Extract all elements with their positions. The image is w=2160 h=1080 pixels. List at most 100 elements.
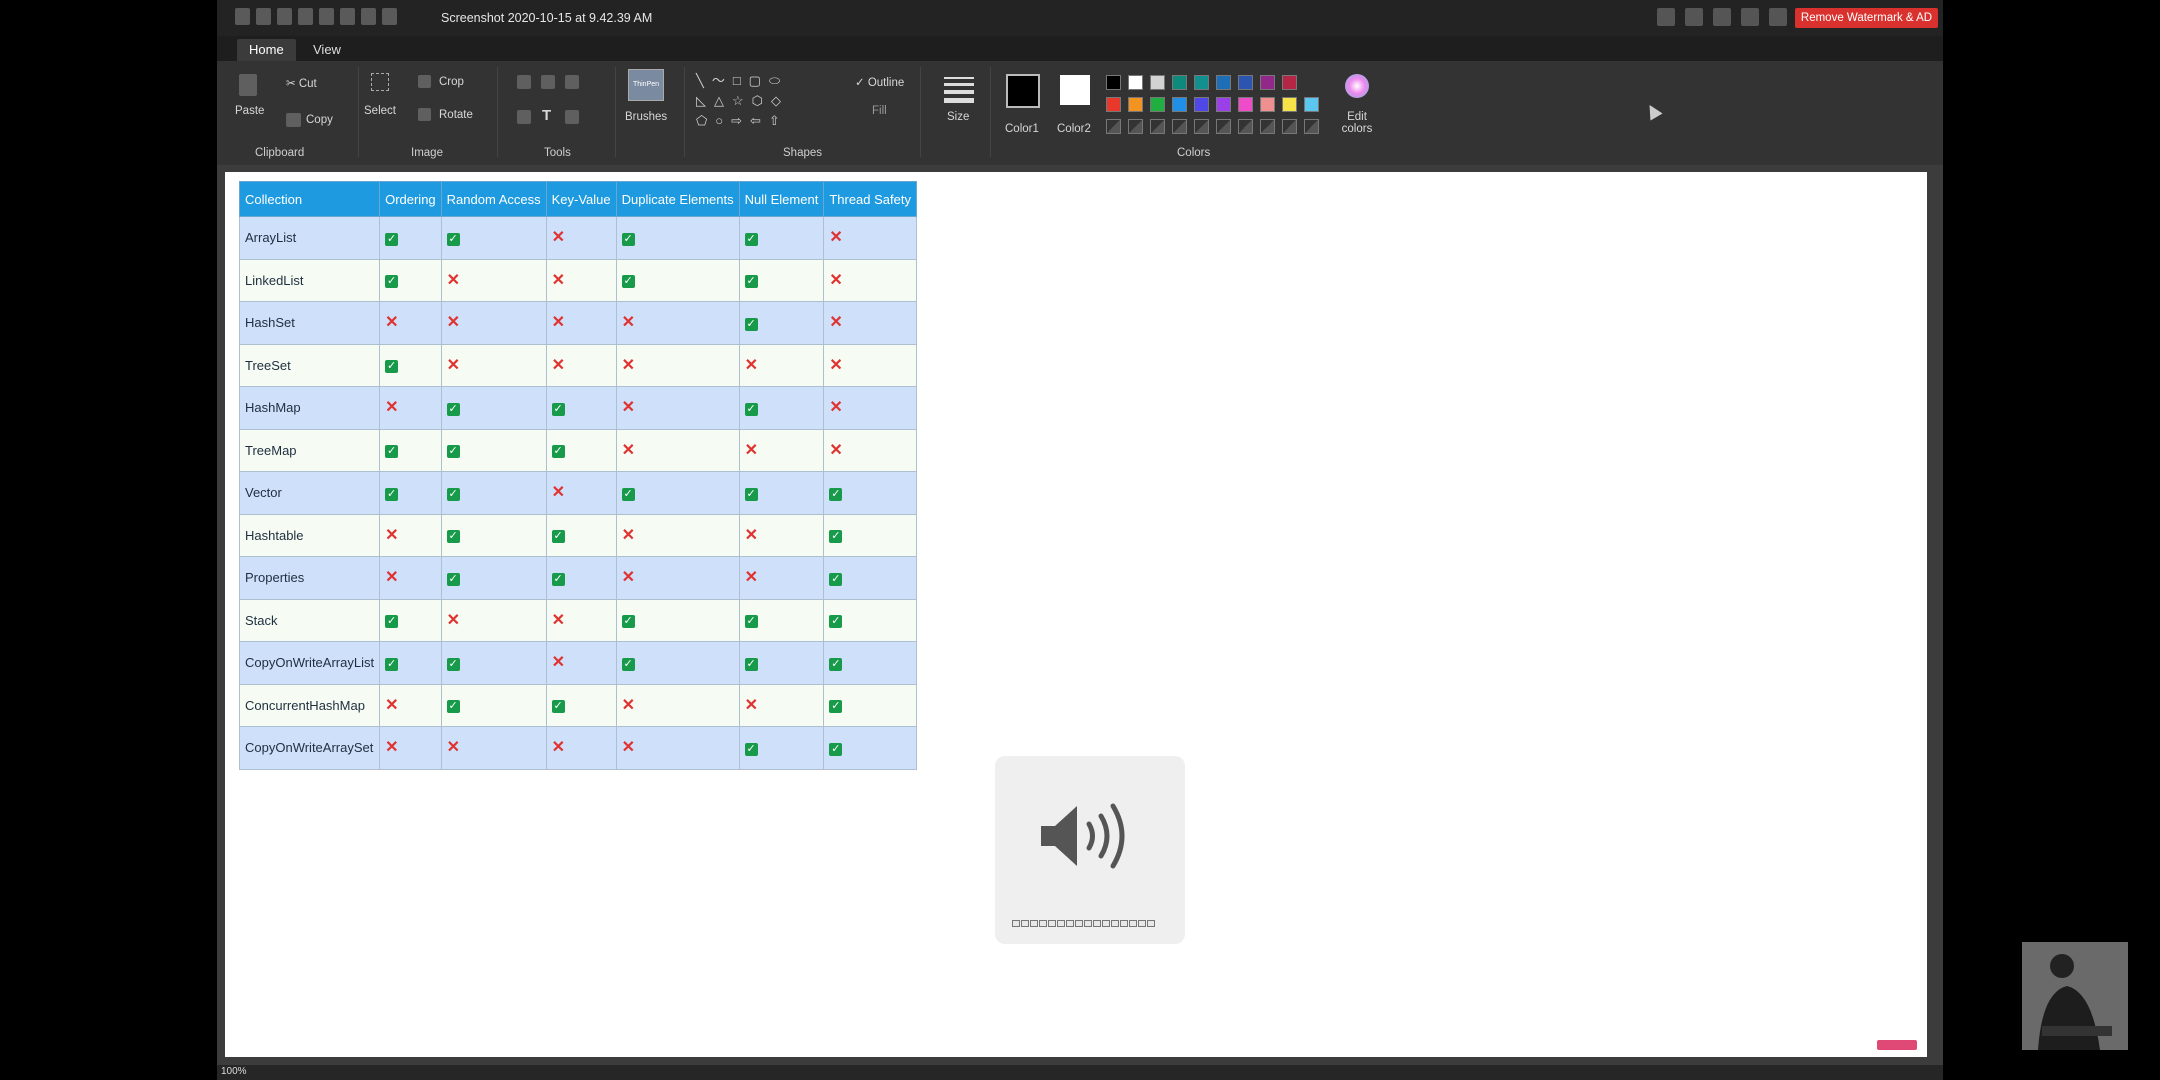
layout-icon[interactable]	[1657, 8, 1675, 26]
size-button[interactable]: Size	[947, 111, 969, 123]
color-swatch[interactable]	[1106, 97, 1121, 112]
table-cell: ✕	[545, 258, 617, 302]
volume-segment	[1084, 920, 1092, 927]
cross-icon: ✕	[446, 271, 461, 289]
text-style-icon[interactable]	[1685, 8, 1703, 26]
delete-icon[interactable]	[319, 8, 334, 25]
color-picker-icon[interactable]	[565, 110, 579, 124]
color-swatch[interactable]	[1216, 97, 1231, 112]
watermark-badge	[1877, 1040, 1917, 1050]
paste-button[interactable]: Paste	[235, 105, 264, 117]
color-wheel-icon[interactable]	[1345, 74, 1369, 98]
star-icon[interactable]	[1769, 8, 1787, 26]
color-swatch[interactable]	[1238, 75, 1253, 90]
color-swatch[interactable]	[1150, 97, 1165, 112]
color-swatch[interactable]	[1172, 97, 1187, 112]
cut-button[interactable]: ✂ Cut	[286, 76, 317, 90]
empty-swatch[interactable]	[1150, 119, 1165, 134]
rotate-button[interactable]: Rotate	[439, 109, 473, 121]
tab-view[interactable]: View	[301, 39, 353, 61]
paint-bucket-icon[interactable]	[517, 110, 531, 124]
check-icon: ✓	[744, 275, 758, 289]
table-cell: ✕	[440, 258, 547, 302]
cross-icon: ✕	[446, 611, 461, 629]
table-row: ConcurrentHashMap ✕ ✓ ✓ ✕ ✕ ✓	[238, 683, 917, 727]
color-swatch[interactable]	[1260, 97, 1275, 112]
color-swatch[interactable]	[1150, 75, 1165, 90]
image-icon[interactable]	[1741, 8, 1759, 26]
fill-button[interactable]: Fill	[872, 105, 887, 117]
empty-swatch[interactable]	[1282, 119, 1297, 134]
crop-button[interactable]: Crop	[439, 76, 464, 88]
tab-home[interactable]: Home	[237, 39, 296, 61]
select-button[interactable]: Select	[364, 105, 396, 117]
brush-preview[interactable]: ThinPen	[628, 69, 664, 101]
text-tool-icon[interactable]: T	[542, 107, 551, 124]
undo-icon[interactable]	[361, 8, 376, 25]
color-swatch[interactable]	[1194, 75, 1209, 90]
table-cell: ✓	[615, 641, 740, 685]
table-cell: ✓	[823, 641, 917, 685]
color-swatch[interactable]	[1260, 75, 1275, 90]
empty-swatch[interactable]	[1194, 119, 1209, 134]
color-swatch[interactable]	[1172, 75, 1187, 90]
table-cell: ✕	[823, 258, 917, 302]
empty-swatch[interactable]	[1128, 119, 1143, 134]
color-swatch[interactable]	[1282, 97, 1297, 112]
collections-table: Collection Ordering Random Access Key-Value…	[238, 181, 917, 770]
table-cell: ✓	[379, 641, 442, 685]
save-as-icon[interactable]	[298, 8, 313, 25]
redo-icon[interactable]	[382, 8, 397, 25]
table-cell: ✓	[545, 513, 617, 557]
paste-icon[interactable]	[239, 74, 257, 96]
empty-swatch[interactable]	[1106, 119, 1121, 134]
table-cell: ✓	[440, 513, 547, 557]
empty-swatch[interactable]	[1304, 119, 1319, 134]
zoom-level[interactable]: 100%	[221, 1066, 247, 1077]
color-swatch[interactable]	[1304, 97, 1319, 112]
color-swatch[interactable]	[1128, 75, 1143, 90]
pencil-icon[interactable]	[517, 75, 531, 89]
color-swatch[interactable]	[1128, 97, 1143, 112]
remove-watermark-button[interactable]: Remove Watermark & AD	[1795, 8, 1938, 28]
table-row: TreeSet ✓ ✕ ✕ ✕ ✕ ✕	[238, 343, 917, 387]
outline-button[interactable]: ✓ Outline	[855, 75, 904, 89]
color-swatch[interactable]	[1216, 75, 1231, 90]
empty-swatch[interactable]	[1172, 119, 1187, 134]
color-swatch[interactable]	[1238, 97, 1253, 112]
cut-icon[interactable]	[340, 8, 355, 25]
edit-colors-button[interactable]: Edit colors	[1339, 111, 1375, 135]
table-cell: ✓	[823, 513, 917, 557]
save-icon[interactable]	[277, 8, 292, 25]
empty-swatch[interactable]	[1238, 119, 1253, 134]
color-swatch[interactable]	[1106, 75, 1121, 90]
fill-bucket-icon[interactable]	[565, 75, 579, 89]
new-file-icon[interactable]	[235, 8, 250, 25]
color-swatch[interactable]	[1194, 97, 1209, 112]
cross-icon: ✕	[744, 526, 759, 544]
table-cell: ✕	[379, 726, 442, 770]
copy-button[interactable]: Copy	[306, 114, 333, 126]
color2-swatch[interactable]	[1060, 75, 1090, 105]
size-icon[interactable]	[944, 77, 974, 103]
empty-swatch[interactable]	[1260, 119, 1275, 134]
table-row: Hashtable ✕ ✓ ✓ ✕ ✕ ✓	[238, 513, 917, 557]
color-swatch[interactable]	[1282, 75, 1297, 90]
table-cell: ✕	[615, 513, 740, 557]
webcam-overlay	[2022, 942, 2128, 1050]
table-cell: ✓	[379, 471, 442, 515]
shapes-row-lines: ╲〜□▢⬭	[696, 73, 789, 88]
open-folder-icon[interactable]	[256, 8, 271, 25]
color1-swatch[interactable]	[1006, 74, 1040, 108]
drawing-canvas[interactable]: Collection Ordering Random Access Key-Value…	[225, 172, 1927, 1057]
column-header: Random Access	[440, 181, 547, 217]
brushes-button[interactable]: Brushes	[625, 111, 667, 123]
eraser-icon[interactable]	[541, 75, 555, 89]
select-icon[interactable]	[371, 73, 389, 91]
empty-swatch[interactable]	[1216, 119, 1231, 134]
cross-icon: ✕	[551, 611, 565, 629]
shapes-gallery[interactable]: ╲〜□▢⬭ ◺△☆⬡◇ ⬠○⇨⇦⇧	[696, 71, 822, 131]
table-row: Properties ✕ ✓ ✓ ✕ ✕ ✓	[238, 556, 917, 600]
print-icon[interactable]	[1713, 8, 1731, 26]
cross-icon: ✕	[385, 569, 399, 587]
